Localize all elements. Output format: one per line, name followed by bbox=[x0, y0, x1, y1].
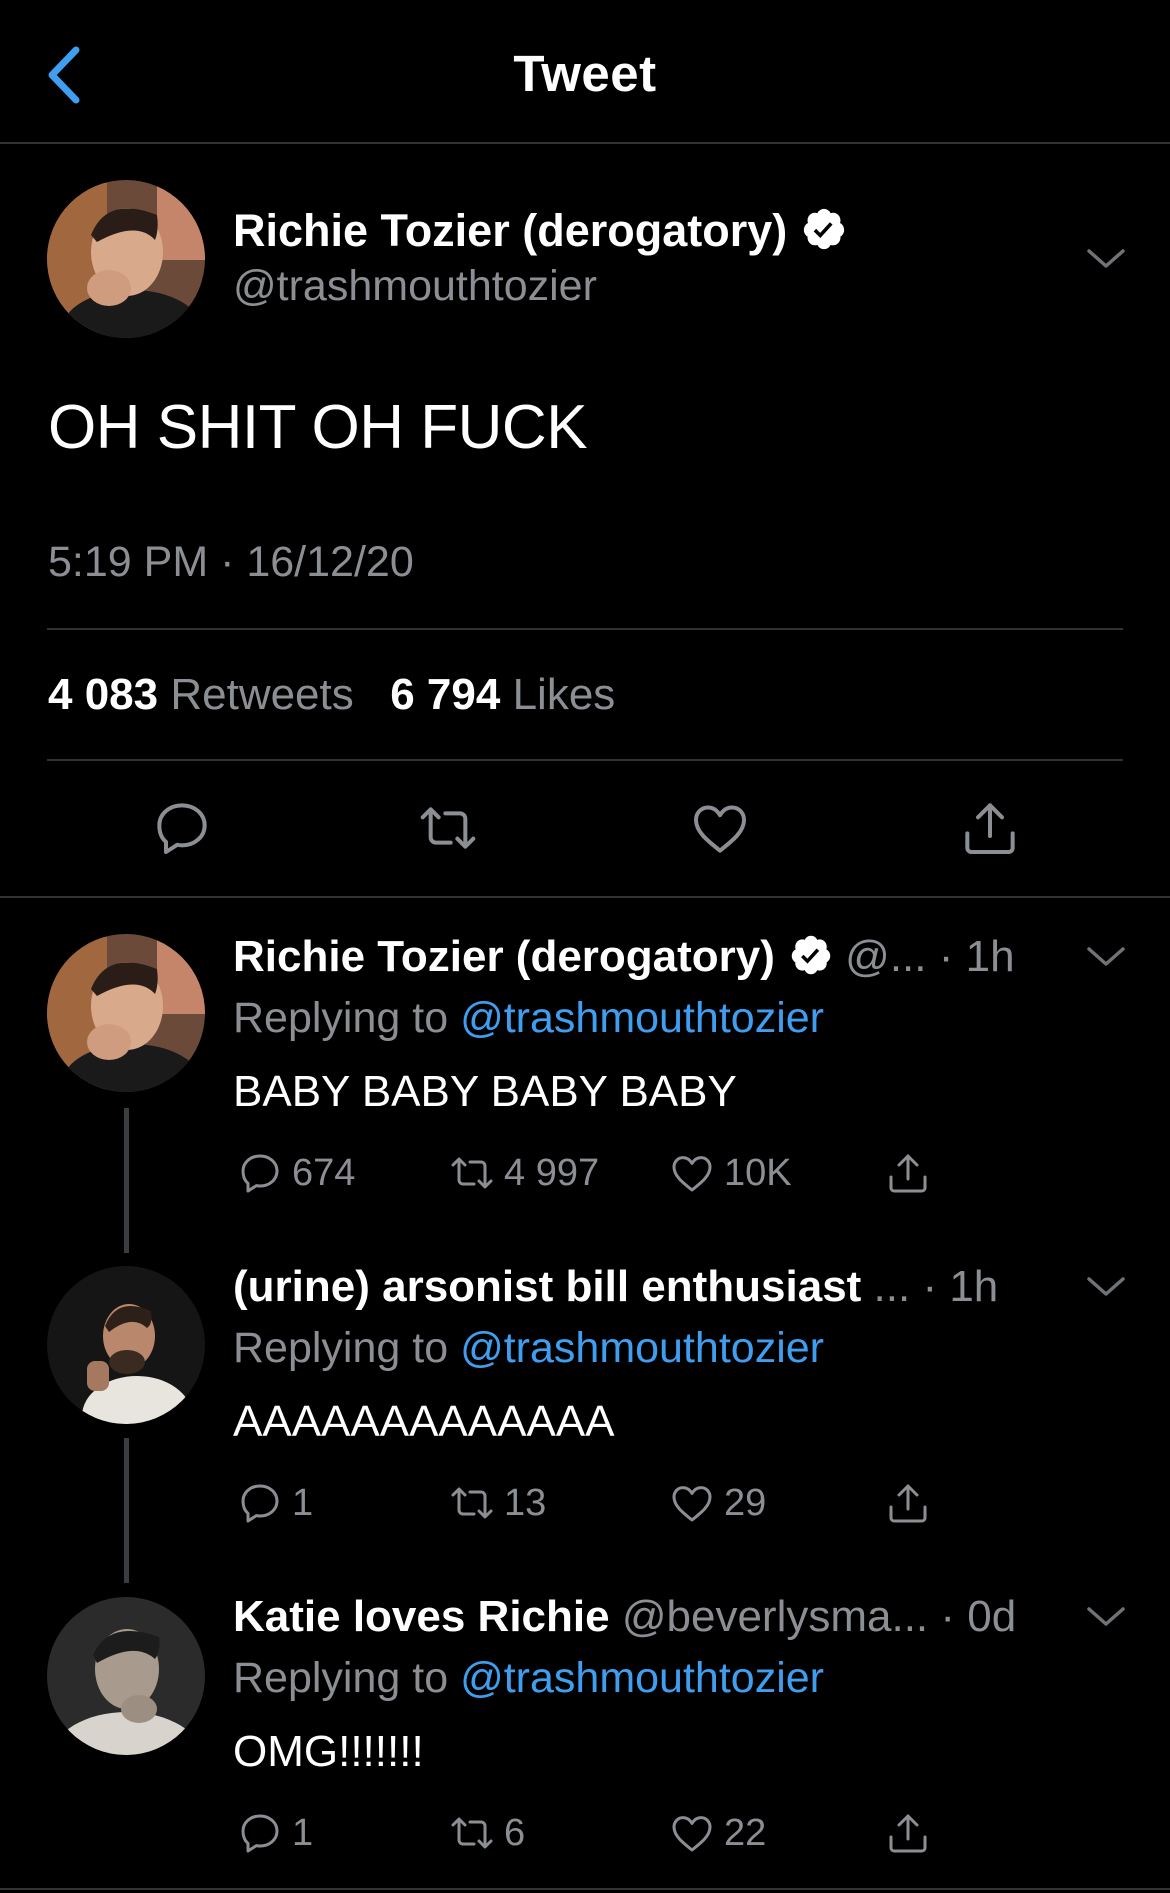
retweet-button[interactable]: 6 bbox=[448, 1806, 525, 1860]
replying-prefix: Replying to bbox=[233, 1654, 461, 1702]
author-name-text: Richie Tozier (derogatory) bbox=[233, 205, 788, 256]
author-avatar[interactable] bbox=[47, 180, 205, 338]
like-button[interactable]: 10K bbox=[668, 1146, 792, 1200]
verified-badge-icon bbox=[804, 208, 845, 250]
comment-icon bbox=[241, 1154, 279, 1193]
mention-link[interactable]: @trashmouthtozier bbox=[460, 1324, 824, 1372]
like-count: 22 bbox=[724, 1811, 767, 1854]
like-button[interactable]: 22 bbox=[668, 1806, 766, 1860]
thread-line bbox=[124, 1108, 129, 1253]
reply-header: (urine) arsonist bill enthusiast ... · 1… bbox=[233, 1262, 998, 1312]
reply-icon[interactable] bbox=[150, 796, 214, 860]
divider bbox=[47, 759, 1123, 761]
avatar-image bbox=[47, 1266, 205, 1424]
share-icon bbox=[889, 1154, 927, 1193]
like-button[interactable]: 29 bbox=[668, 1476, 766, 1530]
reply-text: OMG!!!!!!! bbox=[233, 1727, 424, 1776]
chevron-down-icon[interactable] bbox=[1085, 1274, 1127, 1300]
reply-count: 1 bbox=[292, 1811, 314, 1854]
reply-button[interactable]: 1 bbox=[236, 1476, 313, 1530]
reply-avatar[interactable] bbox=[47, 934, 205, 1092]
section-divider bbox=[0, 896, 1170, 898]
avatar-image bbox=[47, 180, 205, 338]
share-button[interactable] bbox=[884, 1146, 932, 1200]
retweet-icon bbox=[451, 1157, 493, 1189]
share-icon[interactable] bbox=[958, 796, 1022, 860]
reply-count: 674 bbox=[292, 1151, 356, 1194]
reply-meta: @... · 1h bbox=[845, 932, 1015, 981]
retweet-count: 4 997 bbox=[504, 1151, 600, 1194]
share-icon bbox=[889, 1484, 927, 1523]
chevron-down-icon[interactable] bbox=[1085, 1604, 1127, 1630]
reply-avatar[interactable] bbox=[47, 1597, 205, 1755]
like-count: 10K bbox=[724, 1151, 792, 1194]
avatar-image bbox=[47, 934, 205, 1092]
reply-text: AAAAAAAAAAAAA bbox=[233, 1397, 615, 1446]
share-button[interactable] bbox=[884, 1806, 932, 1860]
heart-icon bbox=[672, 1486, 712, 1522]
tweet-timestamp: 5:19 PM · 16/12/20 bbox=[48, 538, 414, 586]
chevron-down-icon[interactable] bbox=[1085, 944, 1127, 970]
heart-icon bbox=[672, 1816, 712, 1852]
reply-author-name[interactable]: Katie loves Richie bbox=[233, 1592, 610, 1641]
reply-avatar[interactable] bbox=[47, 1266, 205, 1424]
likes-label: Likes bbox=[512, 670, 616, 719]
tweet-text: OH SHIT OH FUCK bbox=[48, 393, 588, 462]
reply-button[interactable]: 1 bbox=[236, 1806, 313, 1860]
avatar-image bbox=[47, 1597, 205, 1755]
retweet-button[interactable]: 13 bbox=[448, 1476, 546, 1530]
chevron-down-icon[interactable] bbox=[1085, 246, 1127, 272]
like-count: 29 bbox=[724, 1481, 767, 1524]
replying-prefix: Replying to bbox=[233, 1324, 461, 1372]
reply-count: 1 bbox=[292, 1481, 314, 1524]
heart-icon[interactable] bbox=[688, 796, 752, 860]
author-name[interactable]: Richie Tozier (derogatory) bbox=[233, 205, 847, 257]
thread-line bbox=[124, 1438, 129, 1583]
verified-badge-icon bbox=[791, 935, 831, 975]
replying-to: Replying to @trashmouthtozier bbox=[233, 1654, 824, 1703]
retweet-icon[interactable] bbox=[416, 796, 480, 860]
reply-meta: @beverlysma... · 0d bbox=[609, 1592, 1017, 1641]
mention-link[interactable]: @trashmouthtozier bbox=[460, 994, 824, 1042]
share-button[interactable] bbox=[884, 1476, 932, 1530]
replying-to: Replying to @trashmouthtozier bbox=[233, 994, 824, 1043]
retweet-icon bbox=[451, 1487, 493, 1519]
likes-stat[interactable]: 6 794 Likes bbox=[390, 670, 615, 719]
reply-header: Katie loves Richie @beverlysma... · 0d bbox=[233, 1592, 1016, 1642]
comment-icon bbox=[241, 1484, 279, 1523]
mention-link[interactable]: @trashmouthtozier bbox=[460, 1654, 824, 1702]
retweet-count: 13 bbox=[504, 1481, 547, 1524]
author-handle[interactable]: @trashmouthtozier bbox=[233, 262, 597, 311]
likes-count: 6 794 bbox=[390, 670, 501, 719]
heart-icon bbox=[672, 1156, 712, 1192]
divider bbox=[47, 628, 1123, 630]
retweets-count: 4 083 bbox=[48, 670, 159, 719]
reply-header: Richie Tozier (derogatory) @... · 1h bbox=[233, 932, 1015, 982]
retweets-label: Retweets bbox=[170, 670, 354, 719]
retweet-icon bbox=[451, 1817, 493, 1849]
retweet-button[interactable]: 4 997 bbox=[448, 1146, 599, 1200]
retweet-count: 6 bbox=[504, 1811, 526, 1854]
reply-meta: ... · 1h bbox=[873, 1262, 999, 1311]
share-icon bbox=[889, 1814, 927, 1853]
reply-button[interactable]: 674 bbox=[236, 1146, 355, 1200]
reply-author-name[interactable]: Richie Tozier (derogatory) bbox=[233, 932, 775, 981]
reply-text: BABY BABY BABY BABY bbox=[233, 1067, 737, 1116]
top-bar: Tweet bbox=[0, 0, 1170, 144]
tweet-stats: 4 083 Retweets 6 794 Likes bbox=[48, 670, 615, 720]
retweets-stat[interactable]: 4 083 Retweets bbox=[48, 670, 354, 719]
reply-author-name[interactable]: (urine) arsonist bill enthusiast bbox=[233, 1262, 861, 1311]
comment-icon bbox=[241, 1814, 279, 1853]
section-divider bbox=[0, 1888, 1170, 1890]
replying-to: Replying to @trashmouthtozier bbox=[233, 1324, 824, 1373]
replying-prefix: Replying to bbox=[233, 994, 461, 1042]
page-title: Tweet bbox=[513, 45, 657, 102]
